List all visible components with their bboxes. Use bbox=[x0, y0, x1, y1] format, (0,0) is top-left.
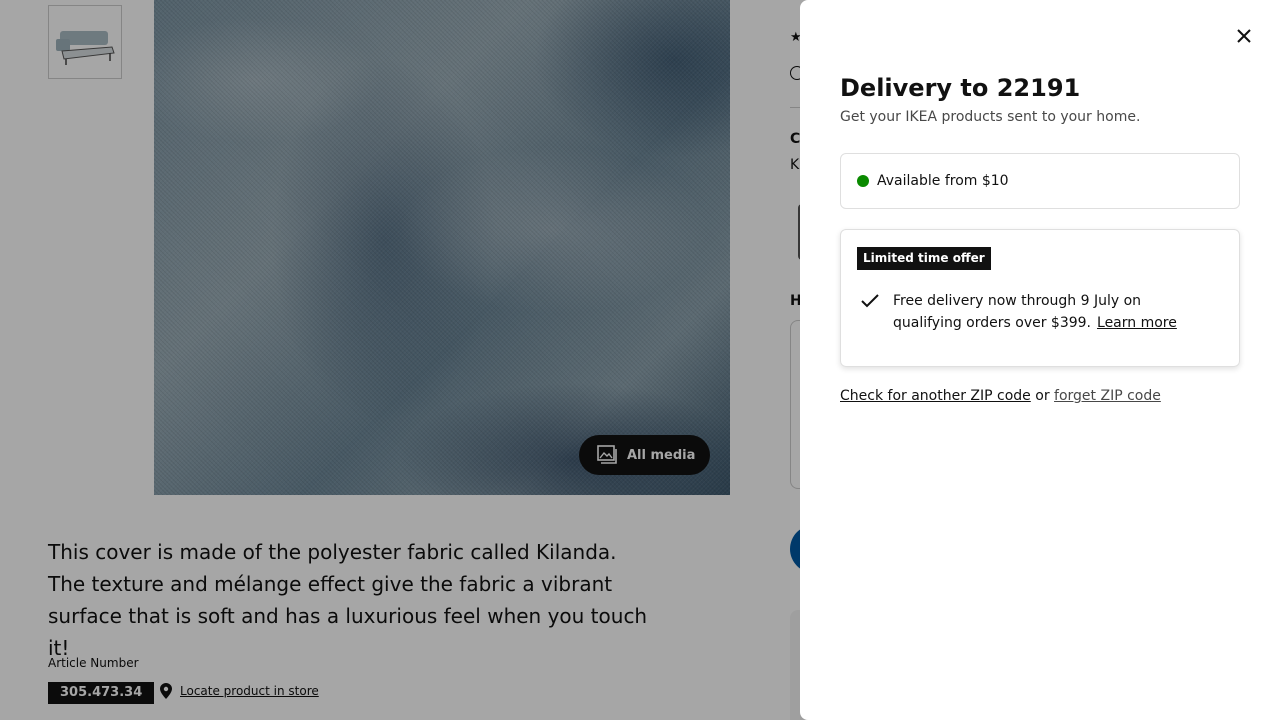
or-text: or bbox=[1035, 388, 1050, 404]
checkmark-icon bbox=[861, 294, 879, 308]
forget-zip-link[interactable]: forget ZIP code bbox=[1054, 388, 1161, 404]
zip-actions: Check for another ZIP code or forget ZIP… bbox=[840, 388, 1161, 404]
panel-title: Delivery to 22191 bbox=[840, 74, 1081, 102]
offer-card: Limited time offer Free delivery now thr… bbox=[840, 229, 1240, 367]
close-icon bbox=[1237, 29, 1251, 43]
delivery-panel: Delivery to 22191 Get your IKEA products… bbox=[800, 0, 1280, 720]
availability-text: Available from $10 bbox=[877, 173, 1009, 189]
check-another-zip-link[interactable]: Check for another ZIP code bbox=[840, 388, 1031, 404]
status-dot bbox=[857, 175, 869, 187]
panel-subtitle: Get your IKEA products sent to your home… bbox=[840, 109, 1141, 125]
close-button[interactable] bbox=[1232, 24, 1256, 48]
availability-box: Available from $10 bbox=[840, 153, 1240, 209]
learn-more-link[interactable]: Learn more bbox=[1097, 315, 1177, 331]
offer-text: Free delivery now through 9 July on qual… bbox=[893, 290, 1213, 334]
limited-offer-badge: Limited time offer bbox=[857, 247, 991, 270]
